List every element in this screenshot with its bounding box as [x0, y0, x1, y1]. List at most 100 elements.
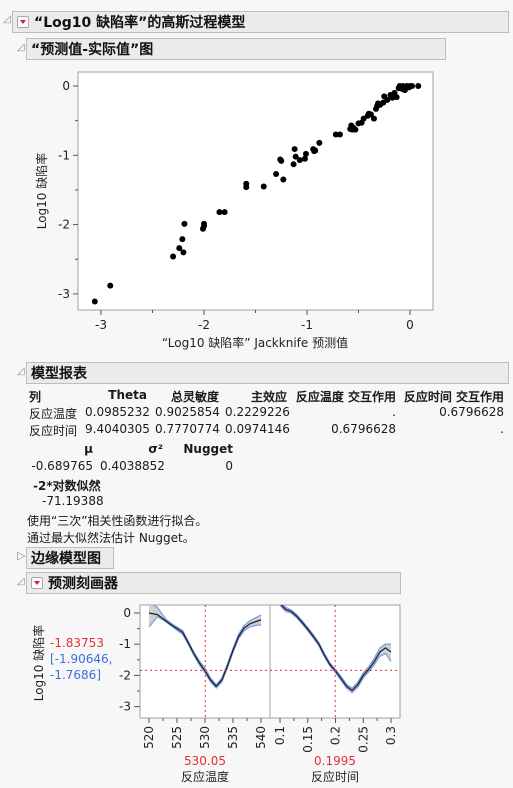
data-point [415, 83, 422, 89]
data-point [290, 161, 297, 168]
fit-note: 使用“三次”相关性函数进行拟合。 [27, 514, 208, 528]
y-tick-label: -1 [119, 637, 131, 651]
x-tick-label: -2 [198, 318, 210, 332]
section-header-marginal-plots[interactable]: 边缘模型图 [26, 547, 114, 569]
current-x-value[interactable]: 0.1995 [314, 754, 356, 768]
model-report-table: 列 Theta 总灵敏度 主效应 反应温度 交互作用 反应时间 交互作用 反应温… [0, 388, 513, 438]
x-tick-label: 0.3 [384, 726, 398, 745]
y-tick-label: -3 [58, 287, 70, 301]
red-triangle-menu-icon[interactable] [17, 16, 29, 28]
table-cell: 0.6796628 [331, 422, 396, 436]
data-point [312, 147, 319, 154]
y-tick-label: 0 [123, 606, 131, 620]
param-value-nugget: 0 [225, 459, 233, 473]
data-point [107, 282, 114, 289]
x-axis-label: 反应温度 [181, 769, 229, 784]
section-title: 模型报表 [31, 366, 87, 382]
data-point [336, 131, 343, 138]
table-cell: 0.0985232 [85, 405, 150, 419]
confidence-interval-lower: [-1.90646, [50, 652, 112, 666]
table-cell: 0.2229226 [225, 405, 290, 419]
y-tick-label: -1 [58, 148, 70, 162]
loglik-label: -2*对数似然 [33, 479, 101, 493]
data-point [181, 220, 188, 227]
table-cell: . [392, 405, 396, 419]
x-tick-label: 525 [170, 726, 184, 749]
x-tick-label: 535 [226, 726, 240, 749]
column-header: 反应时间 交互作用 [403, 390, 504, 404]
x-tick-label: 0.1 [273, 726, 287, 745]
table-cell: 0.0974146 [225, 422, 290, 436]
section-header-model-report[interactable]: 模型报表 [26, 362, 509, 384]
data-point [280, 176, 287, 183]
x-tick-label: 0 [406, 318, 414, 332]
data-point [352, 126, 359, 133]
x-axis-label: 反应时间 [311, 769, 359, 784]
prediction-profiler: Log10 缺陷率 -1.83753 [-1.90646, -1.7686] 0… [31, 604, 401, 784]
x-tick-label: 0.2 [329, 726, 343, 745]
nugget-note: 通过最大似然法估计 Nugget。 [27, 531, 195, 545]
data-point [291, 146, 298, 153]
y-tick-label: -3 [119, 700, 131, 714]
y-tick-label: -2 [58, 218, 70, 232]
section-header-profiler[interactable]: 预测刻画器 [26, 572, 401, 594]
y-tick-label: -2 [119, 668, 131, 682]
data-point [243, 184, 250, 191]
profiler-panel: 520 525 530 535 540 530.05反应温度 [139, 604, 271, 784]
column-header: 反应温度 交互作用 [295, 390, 396, 404]
loglik-value: -71.19388 [42, 494, 104, 508]
data-point [216, 209, 223, 216]
param-value-sigma2: 0.4038852 [100, 459, 165, 473]
row-label: 反应时间 [29, 424, 78, 438]
table-cell: . [500, 422, 504, 436]
data-point [278, 157, 285, 164]
data-point [409, 83, 416, 89]
profiler-y-label: Log10 缺陷率 [31, 625, 46, 702]
param-header-nugget: Nugget [183, 442, 233, 456]
data-point [316, 139, 323, 146]
parameter-table: μ σ² Nugget -0.689765 0.4038852 0 [0, 442, 300, 482]
section-title: “预测值-实际值”图 [31, 42, 154, 58]
row-label: 反应温度 [29, 407, 78, 421]
profiler-panel: 0.1 0.15 0.2 0.25 0.3 0.1995反应时间 [269, 604, 401, 784]
data-point [393, 94, 400, 101]
actual-by-predicted-chart: 0 -1 -2 -3 -3 -2 -1 0 Log10 缺陷率 “Log10 缺陷率” Ja… [34, 71, 434, 350]
data-point [273, 171, 280, 178]
x-axis-label: “Log10 缺陷率” Jackknife 预测值 [162, 335, 348, 350]
data-point [296, 157, 303, 164]
x-tick-label: 0.15 [301, 726, 315, 753]
column-header: 列 [29, 390, 42, 404]
column-header: 总灵敏度 [170, 390, 219, 404]
predicted-value: -1.83753 [50, 636, 104, 650]
section-header-actual-by-predicted[interactable]: “预测值-实际值”图 [26, 38, 446, 60]
x-tick-label: 520 [142, 726, 156, 749]
data-point [370, 115, 377, 122]
red-triangle-menu-icon[interactable] [31, 577, 43, 589]
data-point [91, 298, 98, 305]
x-tick-label: -3 [95, 318, 107, 332]
x-tick-label: 540 [254, 726, 268, 749]
section-title: 预测刻画器 [48, 576, 118, 592]
data-point [221, 209, 228, 216]
plot-frame [77, 71, 434, 311]
x-tick-label: -1 [301, 318, 313, 332]
param-header-sigma2: σ² [148, 442, 163, 456]
table-cell: 0.6796628 [439, 405, 504, 419]
x-tick-label: 0.25 [356, 726, 370, 753]
data-point [260, 183, 267, 190]
x-tick-label: 530 [198, 726, 212, 749]
column-header: 主效应 [250, 390, 287, 404]
current-x-value[interactable]: 530.05 [184, 754, 226, 768]
data-point [170, 253, 177, 260]
y-axis-label: Log10 缺陷率 [34, 153, 49, 230]
table-cell: 9.4040305 [85, 422, 150, 436]
data-point [180, 249, 187, 256]
confidence-interval-upper: -1.7686] [50, 668, 101, 682]
column-header: Theta [108, 388, 147, 402]
report-header: “Log10 缺陷率”的高斯过程模型 [12, 11, 509, 33]
section-title: 边缘模型图 [31, 551, 101, 567]
table-cell: 0.7770774 [155, 422, 220, 436]
data-point [179, 236, 186, 243]
y-tick-label: 0 [62, 79, 70, 93]
data-point [201, 220, 207, 227]
